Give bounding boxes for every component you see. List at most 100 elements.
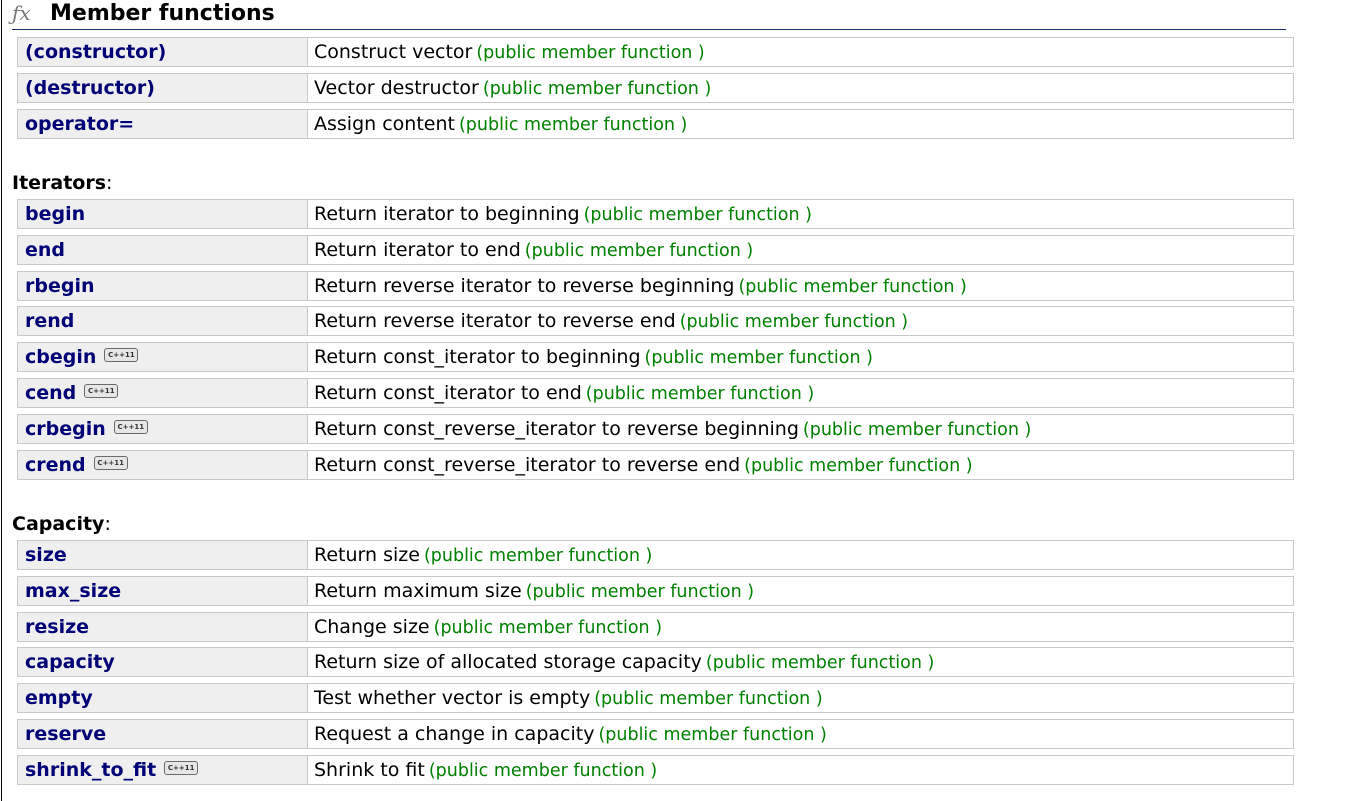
member-name-cell: crend C++11 (17, 450, 308, 480)
table-row: begin Return iterator to beginning (public… (17, 199, 1294, 229)
member-description: Return iterator to end (314, 239, 521, 261)
table-row: crend C++11 Return const_reverse_iterator … (17, 450, 1294, 480)
member-name-cell: begin (17, 199, 308, 229)
member-name-cell: operator= (17, 109, 308, 139)
member-name: max_size (25, 580, 122, 602)
member-description-cell: Vector destructor (public member function… (307, 73, 1294, 103)
member-name: reserve (25, 723, 107, 745)
member-name: crend (25, 454, 86, 476)
member-kind: (public member function ) (524, 241, 754, 261)
member-description: Test whether vector is empty (314, 687, 591, 709)
member-link-end[interactable]: end (25, 238, 65, 262)
member-description-line: Return iterator to beginning (public memb… (314, 202, 812, 227)
member-link-cend[interactable]: cend C++11 (25, 381, 119, 405)
member-description-line: Return iterator to end (public member fun… (314, 238, 753, 263)
table-row: rbegin Return reverse iterator to reverse… (17, 271, 1294, 301)
member-description-cell: Return const_reverse_iterator to reverse… (307, 414, 1294, 444)
member-link-crend[interactable]: crend C++11 (25, 453, 128, 477)
table-row: max_size Return maximum size (public membe… (17, 576, 1294, 606)
table-row: (destructor) Vector destructor (public mem… (17, 73, 1294, 103)
member-link-empty[interactable]: empty (25, 686, 93, 710)
member-description-line: Return maximum size (public member functi… (314, 579, 754, 604)
member-description-cell: Return const_iterator to beginning (publi… (307, 342, 1294, 372)
member-description-cell: Assign content (public member function ) (307, 109, 1294, 139)
member-link-rbegin[interactable]: rbegin (25, 274, 95, 298)
group-heading-label: Capacity (12, 513, 105, 535)
member-description-cell: Shrink to fit (public member function ) (307, 755, 1294, 785)
cpp11-badge-icon[interactable]: C++11 (164, 761, 199, 775)
member-kind: (public member function ) (585, 384, 815, 404)
fx-icon: ƒx (12, 1, 31, 25)
member-description-line: Vector destructor (public member function… (314, 76, 711, 101)
member-link-resize[interactable]: resize (25, 615, 89, 639)
left-border (1, 0, 2, 801)
member-link-capacity[interactable]: capacity (25, 650, 115, 674)
cpp11-badge-icon[interactable]: C++11 (93, 456, 128, 470)
member-link-begin[interactable]: begin (25, 202, 85, 226)
member-kind: (public member function ) (744, 456, 973, 476)
member-description: Return reverse iterator to reverse begin… (314, 275, 735, 297)
cpp11-badge-icon[interactable]: C++11 (84, 384, 119, 398)
table-row: reserve Request a change in capacity (publ… (17, 719, 1294, 749)
member-link-destructor[interactable]: (destructor) (25, 76, 155, 100)
member-description-line: Construct vector (public member function … (314, 40, 705, 65)
member-description: Request a change in capacity (314, 723, 595, 745)
section-header: ƒx Member functions (12, 0, 1286, 30)
member-name-cell: end (17, 235, 308, 265)
member-name: (constructor) (25, 41, 167, 63)
member-kind: (public member function ) (482, 79, 712, 99)
table-row: cend C++11 Return const_iterator to end (pu… (17, 378, 1294, 408)
member-name-cell: size (17, 540, 308, 570)
member-link-rend[interactable]: rend (25, 309, 74, 333)
member-link-crbegin[interactable]: crbegin C++11 (25, 417, 148, 441)
member-name: rend (25, 310, 75, 332)
member-description-cell: Request a change in capacity (public memb… (307, 719, 1294, 749)
member-description: Assign content (314, 113, 455, 135)
member-name-cell: reserve (17, 719, 308, 749)
group-heading: Iterators: (12, 172, 113, 194)
member-link-constructor[interactable]: (constructor) (25, 40, 166, 64)
member-description-cell: Return const_iterator to end (public memb… (307, 378, 1294, 408)
member-link-reserve[interactable]: reserve (25, 722, 106, 746)
member-name-cell: (destructor) (17, 73, 308, 103)
member-name-cell: (constructor) (17, 37, 308, 67)
member-kind: (public member function ) (476, 43, 705, 63)
member-description: Change size (314, 616, 430, 638)
member-name-cell: shrink_to_fit C++11 (17, 755, 308, 785)
member-description-line: Request a change in capacity (public memb… (314, 722, 827, 747)
member-description-line: Test whether vector is empty (public memb… (314, 686, 823, 711)
member-name: size (25, 544, 67, 566)
member-name-cell: resize (17, 612, 308, 642)
member-description: Construct vector (314, 41, 473, 63)
member-description-cell: Return const_reverse_iterator to reverse… (307, 450, 1294, 480)
table-row: operator= Assign content (public member fu… (17, 109, 1294, 139)
member-link-max_size[interactable]: max_size (25, 579, 121, 603)
member-name: operator= (25, 113, 135, 135)
member-link-cbegin[interactable]: cbegin C++11 (25, 345, 139, 369)
member-kind: (public member function ) (644, 348, 873, 368)
member-name-cell: capacity (17, 647, 308, 677)
member-description: Return size of allocated storage capacit… (314, 651, 702, 673)
member-name-cell: crbegin C++11 (17, 414, 308, 444)
member-description: Return reverse iterator to reverse end (314, 310, 676, 332)
cpp11-badge-icon[interactable]: C++11 (113, 420, 148, 434)
cpp11-badge-icon[interactable]: C++11 (104, 348, 139, 362)
member-description: Shrink to fit (314, 759, 425, 781)
member-description-line: Return const_reverse_iterator to reverse… (314, 453, 973, 478)
member-link-operator[interactable]: operator= (25, 112, 134, 136)
member-description-line: Return const_iterator to beginning (publi… (314, 345, 873, 370)
member-description: Return const_iterator to end (314, 382, 582, 404)
member-link-size[interactable]: size (25, 543, 67, 567)
member-description-cell: Return iterator to end (public member fun… (307, 235, 1294, 265)
member-kind: (public member function ) (802, 420, 1032, 440)
table-row: rend Return reverse iterator to reverse e… (17, 306, 1294, 336)
table-row: empty Test whether vector is empty (public… (17, 683, 1294, 713)
member-description: Return const_reverse_iterator to reverse… (314, 454, 741, 476)
member-description-line: Return const_reverse_iterator to reverse… (314, 417, 1031, 442)
member-description-line: Assign content (public member function ) (314, 112, 687, 137)
member-link-shrink_to_fit[interactable]: shrink_to_fit C++11 (25, 758, 199, 782)
table-row: (constructor) Construct vector (public mem… (17, 37, 1294, 67)
member-description-cell: Return maximum size (public member functi… (307, 576, 1294, 606)
member-name: rbegin (25, 275, 95, 297)
member-description-line: Return size of allocated storage capacit… (314, 650, 934, 675)
